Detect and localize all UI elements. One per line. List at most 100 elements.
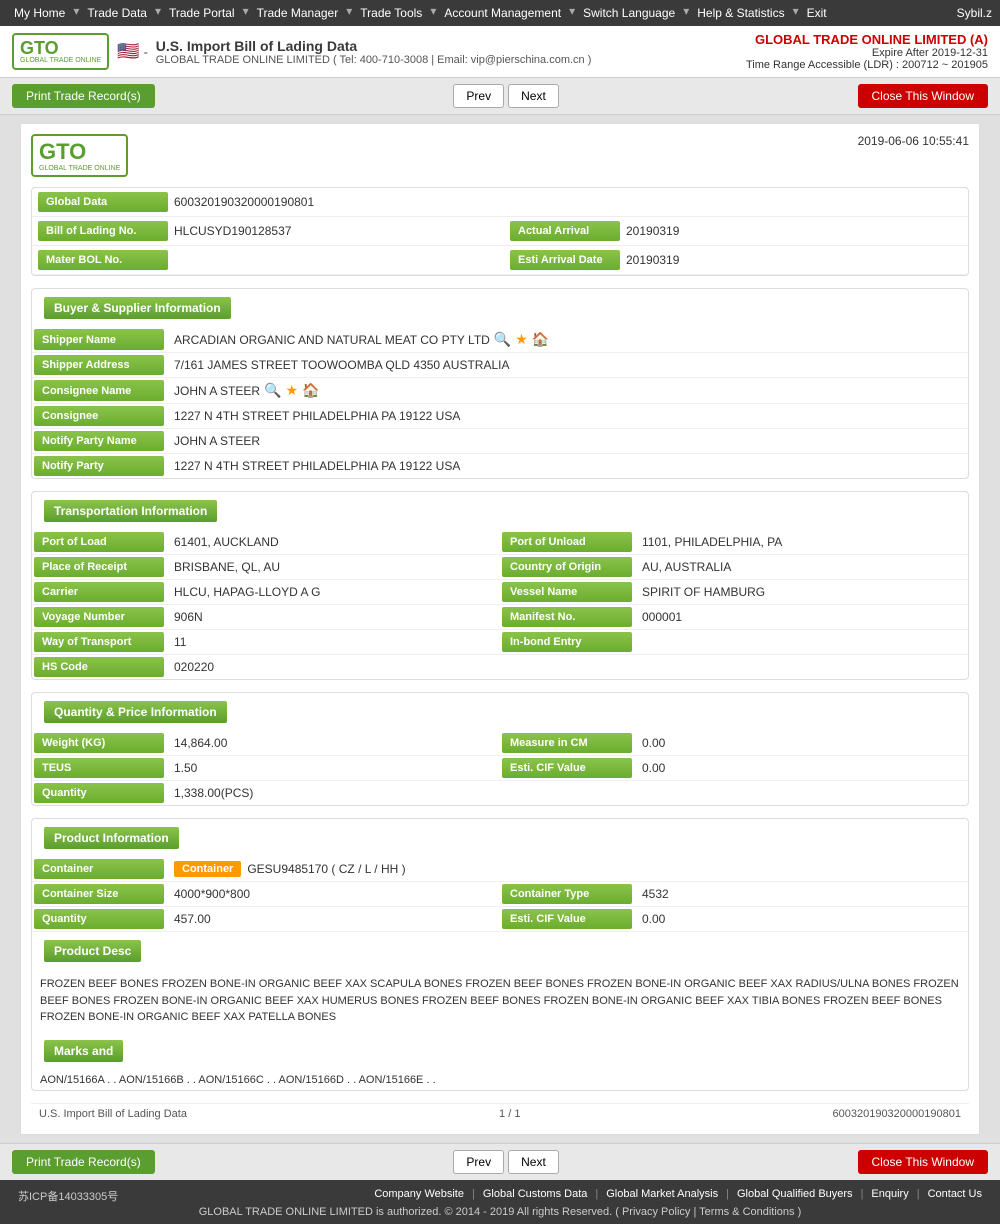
top-action-bar: Print Trade Record(s) Prev Next Close Th… [0, 78, 1000, 115]
footer-company-website[interactable]: Company Website [374, 1188, 464, 1200]
shipper-name-label: Shipper Name [34, 329, 164, 350]
hs-code-label: HS Code [34, 657, 164, 677]
print-button-top[interactable]: Print Trade Record(s) [12, 84, 155, 108]
footer-page-info: 1 / 1 [499, 1108, 520, 1120]
in-bond-entry-label: In-bond Entry [502, 632, 632, 652]
way-of-transport-value: 11 [166, 630, 500, 654]
voyage-number-label: Voyage Number [34, 607, 164, 627]
close-button-top[interactable]: Close This Window [858, 84, 988, 108]
record-logo: GTO GLOBAL TRADE ONLINE [31, 134, 128, 177]
next-button-bottom[interactable]: Next [508, 1150, 559, 1174]
shipper-search-icon[interactable]: 🔍 [494, 331, 511, 348]
flag-separator: - [144, 45, 148, 59]
global-data-value: 600320190320000190801 [174, 195, 962, 209]
shipper-star-icon[interactable]: ★ [515, 331, 528, 348]
header-title-block: U.S. Import Bill of Lading Data GLOBAL T… [156, 38, 592, 66]
measure-in-cm-label: Measure in CM [502, 733, 632, 753]
footer-enquiry[interactable]: Enquiry [871, 1188, 908, 1200]
shipper-home-icon[interactable]: 🏠 [532, 331, 549, 348]
marks-bar: Marks and [32, 1032, 968, 1070]
product-desc-bar: Product Desc [32, 932, 968, 970]
marks-label: Marks and [44, 1040, 123, 1062]
footer-sep-2: | [595, 1188, 598, 1200]
flag-selector[interactable]: 🇺🇸 - [117, 41, 147, 62]
marks-value: AON/15166A . . AON/15166B . . AON/15166C… [32, 1070, 968, 1090]
product-info-title-bar: Product Information [32, 819, 968, 857]
footer-copyright: GLOBAL TRADE ONLINE LIMITED is authorize… [6, 1206, 994, 1218]
esti-cif-value: 0.00 [634, 756, 968, 780]
footer-contact-us[interactable]: Contact Us [928, 1188, 982, 1200]
shipper-name-value: ARCADIAN ORGANIC AND NATURAL MEAT CO PTY… [166, 327, 968, 352]
weight-label: Weight (KG) [34, 733, 164, 753]
buyer-supplier-section: Buyer & Supplier Information Shipper Nam… [31, 288, 969, 479]
print-button-bottom[interactable]: Print Trade Record(s) [12, 1150, 155, 1174]
nav-switch-language[interactable]: Switch Language [577, 4, 681, 22]
global-data-section: Global Data 600320190320000190801 Bill o… [31, 187, 969, 276]
nav-exit[interactable]: Exit [801, 4, 833, 22]
logo: GTO GLOBAL TRADE ONLINE [12, 33, 109, 70]
container-badge: Container [174, 861, 241, 877]
in-bond-entry-value [634, 630, 968, 654]
nav-trade-portal[interactable]: Trade Portal [163, 4, 241, 22]
nav-trade-data[interactable]: Trade Data [81, 4, 153, 22]
close-button-bottom[interactable]: Close This Window [858, 1150, 988, 1174]
bill-of-lading-row: Bill of Lading No. HLCUSYD190128537 Actu… [32, 217, 968, 246]
footer-global-customs[interactable]: Global Customs Data [483, 1188, 588, 1200]
footer-record-id: 600320190320000190801 [833, 1108, 961, 1120]
actual-arrival-label: Actual Arrival [510, 221, 620, 241]
footer-data-type: U.S. Import Bill of Lading Data [39, 1108, 187, 1120]
place-of-receipt-row: Place of Receipt BRISBANE, QL, AU Countr… [32, 555, 968, 580]
footer-global-market[interactable]: Global Market Analysis [606, 1188, 718, 1200]
consignee-name-value: JOHN A STEER 🔍 ★ 🏠 [166, 378, 968, 403]
nav-my-home[interactable]: My Home [8, 4, 71, 22]
port-of-load-value: 61401, AUCKLAND [166, 530, 500, 554]
container-size-value: 4000*900*800 [166, 882, 500, 906]
logo-subtext: GLOBAL TRADE ONLINE [20, 57, 101, 64]
navigation-buttons: Prev Next [453, 84, 558, 108]
product-desc-text: FROZEN BEEF BONES FROZEN BONE-IN ORGANIC… [32, 970, 968, 1032]
buyer-supplier-title-bar: Buyer & Supplier Information [32, 289, 968, 327]
nav-menu: My Home ▾ Trade Data ▾ Trade Portal ▾ Tr… [8, 4, 833, 22]
measure-in-cm-value: 0.00 [634, 731, 968, 755]
footer-record-info: U.S. Import Bill of Lading Data 1 / 1 60… [31, 1103, 969, 1124]
nav-help-statistics[interactable]: Help & Statistics [691, 4, 790, 22]
actual-arrival-value: 20190319 [626, 224, 962, 238]
bottom-nav-buttons: Prev Next [453, 1150, 558, 1174]
way-of-transport-label: Way of Transport [34, 632, 164, 652]
carrier-row: Carrier HLCU, HAPAG-LLOYD A G Vessel Nam… [32, 580, 968, 605]
record-logo-text: GTO [39, 139, 120, 165]
product-quantity-row: Quantity 457.00 Esti. CIF Value 0.00 [32, 907, 968, 932]
nav-trade-tools[interactable]: Trade Tools [354, 4, 428, 22]
footer-global-buyers[interactable]: Global Qualified Buyers [737, 1188, 853, 1200]
hs-code-row: HS Code 020220 [32, 655, 968, 679]
record-timestamp: 2019-06-06 10:55:41 [858, 134, 969, 148]
footer-links: Company Website | Global Customs Data | … [374, 1188, 982, 1200]
carrier-value: HLCU, HAPAG-LLOYD A G [166, 580, 500, 604]
transportation-title-bar: Transportation Information [32, 492, 968, 530]
icp-number: 苏ICP备14033305号 [18, 1188, 118, 1204]
container-size-label: Container Size [34, 884, 164, 904]
container-type-label: Container Type [502, 884, 632, 904]
quantity-spacer [575, 781, 968, 805]
mater-bol-row: Mater BOL No. Esti Arrival Date 20190319 [32, 246, 968, 275]
container-size-row: Container Size 4000*900*800 Container Ty… [32, 882, 968, 907]
prev-button-top[interactable]: Prev [453, 84, 504, 108]
esti-arrival-label: Esti Arrival Date [510, 250, 620, 270]
next-button-top[interactable]: Next [508, 84, 559, 108]
product-quantity-label: Quantity [34, 909, 164, 929]
nav-trade-manager[interactable]: Trade Manager [251, 4, 345, 22]
consignee-home-icon[interactable]: 🏠 [302, 382, 319, 399]
container-value: Container GESU9485170 ( CZ / L / HH ) [166, 857, 968, 881]
company-name: GLOBAL TRADE ONLINE LIMITED (A) [746, 32, 988, 47]
consignee-star-icon[interactable]: ★ [285, 382, 298, 399]
product-esti-cif-value: 0.00 [634, 907, 968, 931]
notify-party-name-value: JOHN A STEER [166, 429, 968, 453]
weight-row: Weight (KG) 14,864.00 Measure in CM 0.00 [32, 731, 968, 756]
consignee-search-icon[interactable]: 🔍 [264, 382, 281, 399]
prev-button-bottom[interactable]: Prev [453, 1150, 504, 1174]
consignee-name-text: JOHN A STEER [174, 384, 260, 398]
consignee-row: Consignee 1227 N 4TH STREET PHILADELPHIA… [32, 404, 968, 429]
nav-account-management[interactable]: Account Management [438, 4, 567, 22]
port-of-load-row: Port of Load 61401, AUCKLAND Port of Unl… [32, 530, 968, 555]
main-content: GTO GLOBAL TRADE ONLINE 2019-06-06 10:55… [20, 123, 980, 1135]
